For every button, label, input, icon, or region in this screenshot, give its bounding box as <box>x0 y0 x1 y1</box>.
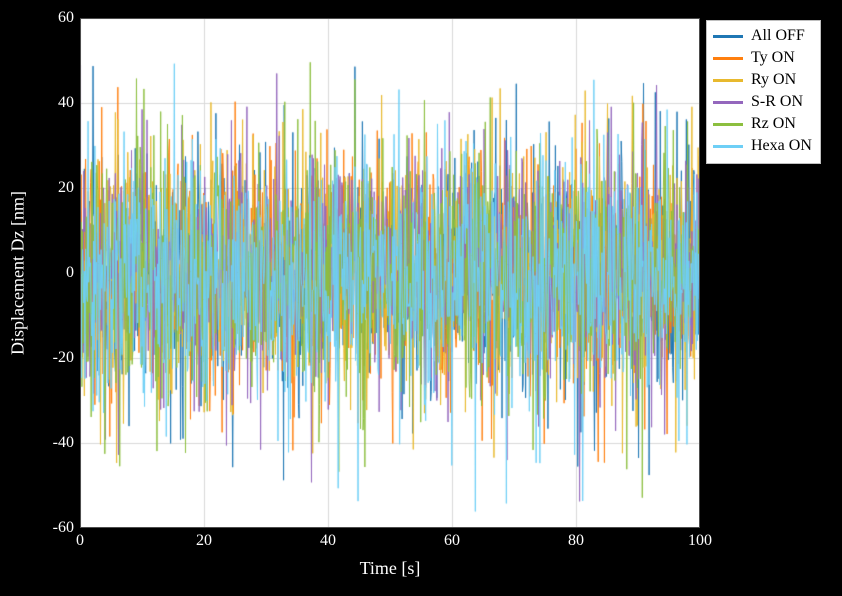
y-axis-label: Displacement Dz [nm] <box>8 191 29 355</box>
figure: -60-40-200204060 020406080100 Displaceme… <box>0 0 842 596</box>
legend-swatch <box>713 101 743 104</box>
y-tick-label: 60 <box>14 9 74 27</box>
legend-item: All OFF <box>713 25 812 47</box>
x-tick-label: 0 <box>76 532 84 550</box>
x-tick-label: 60 <box>444 532 460 550</box>
legend-label: Hexa ON <box>751 137 812 155</box>
legend-label: Ty ON <box>751 49 795 67</box>
legend-label: S-R ON <box>751 93 803 111</box>
legend: All OFF Ty ON Ry ON S-R ON Rz ON Hexa ON <box>706 20 821 164</box>
legend-swatch <box>713 123 743 126</box>
legend-item: Ty ON <box>713 47 812 69</box>
legend-swatch <box>713 57 743 60</box>
x-tick-label: 80 <box>568 532 584 550</box>
legend-item: S-R ON <box>713 91 812 113</box>
legend-label: Rz ON <box>751 115 796 133</box>
y-tick-label: -60 <box>14 519 74 537</box>
legend-label: All OFF <box>751 27 805 45</box>
legend-swatch <box>713 79 743 82</box>
x-tick-label: 20 <box>196 532 212 550</box>
legend-label: Ry ON <box>751 71 796 89</box>
x-axis-label: Time [s] <box>360 558 421 579</box>
y-tick-label: 40 <box>14 94 74 112</box>
legend-item: Ry ON <box>713 69 812 91</box>
y-tick-label: -40 <box>14 434 74 452</box>
x-tick-label: 100 <box>688 532 712 550</box>
legend-swatch <box>713 35 743 38</box>
plot-area <box>80 18 700 528</box>
legend-item: Hexa ON <box>713 135 812 157</box>
data-canvas <box>80 18 700 528</box>
x-tick-label: 40 <box>320 532 336 550</box>
legend-item: Rz ON <box>713 113 812 135</box>
legend-swatch <box>713 145 743 148</box>
